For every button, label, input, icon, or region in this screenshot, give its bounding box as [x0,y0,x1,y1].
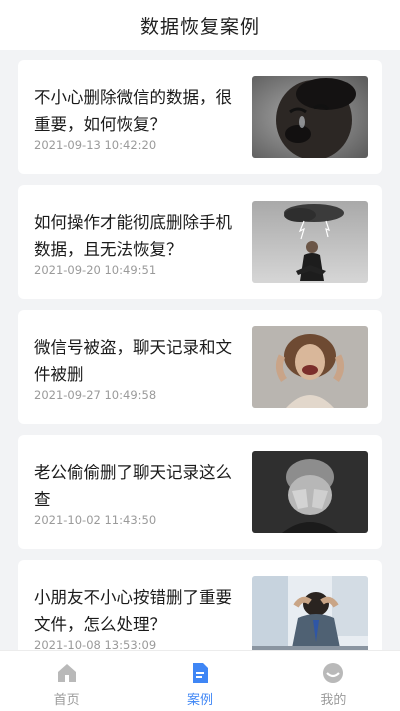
crying-child-photo [252,76,368,158]
case-title: 小朋友不小心按错删了重要文件，怎么处理？ [34,588,232,634]
tab-label: 我的 [320,693,347,708]
bottom-tab-bar: 首页 案例 我的 [0,650,400,711]
case-title: 不小心删除微信的数据，很重要，如何恢复？ [34,88,232,134]
screaming-woman-photo [252,326,368,408]
case-card[interactable]: 不小心删除微信的数据，很重要，如何恢复？ 2021-09-13 10:42:20 [18,60,382,174]
app-header: 数据恢复案例 [0,0,400,50]
stressed-businessman-photo [252,576,368,650]
case-date: 2021-10-02 11:43:50 [34,513,157,527]
case-card[interactable]: 老公偷偷删了聊天记录这么查 2021-10-02 11:43:50 [18,435,382,549]
tab-label: 案例 [186,693,213,708]
case-title: 微信号被盗，聊天记录和文件被删 [34,338,232,384]
tab-label: 首页 [53,693,80,708]
man-under-storm-cloud-photo [252,201,368,283]
case-card[interactable]: 微信号被盗，聊天记录和文件被删 2021-09-27 10:49:58 [18,310,382,424]
case-date: 2021-10-08 13:53:09 [34,638,157,650]
home-icon [57,664,76,682]
document-icon [192,663,208,683]
case-date: 2021-09-20 10:49:51 [34,263,157,277]
tab-home[interactable]: 首页 [0,651,133,711]
case-card[interactable]: 如何操作才能彻底删除手机数据，且无法恢复？ 2021-09-20 10:49:5… [18,185,382,299]
case-card[interactable]: 小朋友不小心按错删了重要文件，怎么处理？ 2021-10-08 13:53:09 [18,560,382,650]
case-list[interactable]: 不小心删除微信的数据，很重要，如何恢复？ 2021-09-13 10:42:20… [0,50,400,650]
boy-covering-face-photo [252,451,368,533]
tab-cases[interactable]: 案例 [133,651,266,711]
case-title: 如何操作才能彻底删除手机数据，且无法恢复？ [34,213,232,259]
case-date: 2021-09-13 10:42:20 [34,138,157,152]
case-date: 2021-09-27 10:49:58 [34,388,157,402]
page-title: 数据恢复案例 [139,15,260,38]
profile-icon [323,663,344,683]
case-title: 老公偷偷删了聊天记录这么查 [34,463,232,509]
tab-profile[interactable]: 我的 [267,651,400,711]
